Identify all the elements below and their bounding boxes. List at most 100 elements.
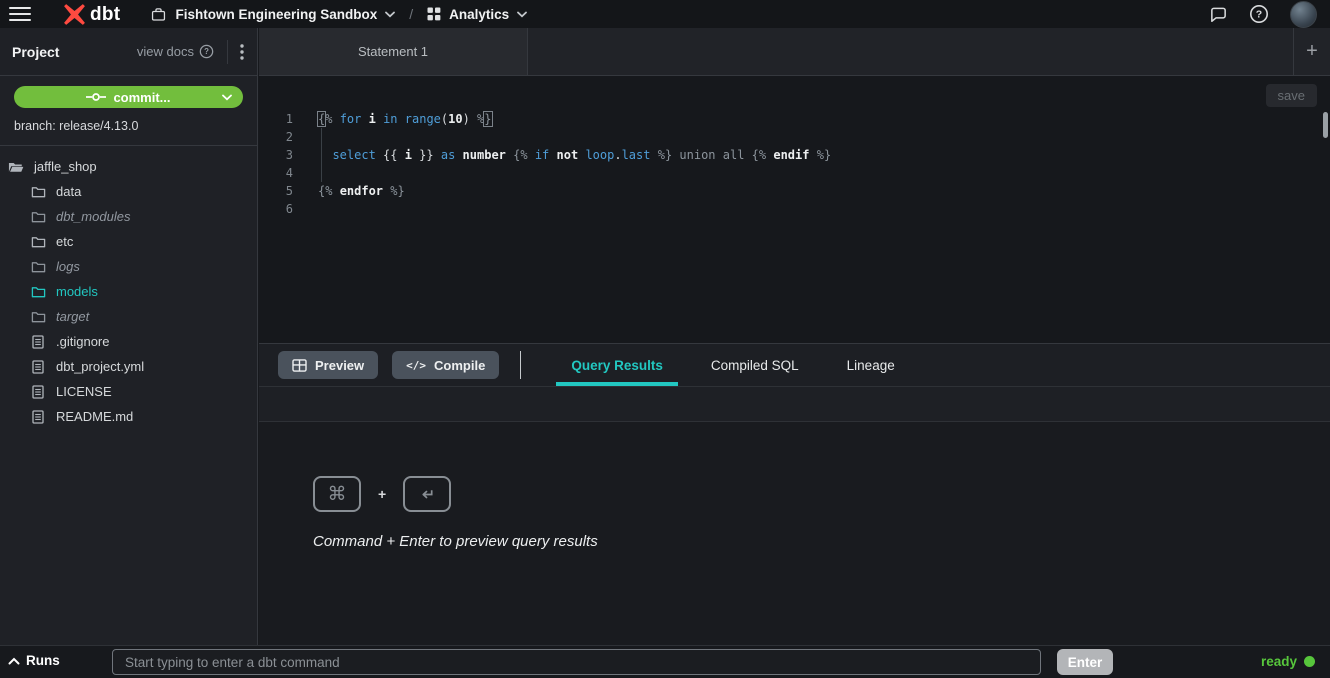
save-button[interactable]: save xyxy=(1266,84,1317,107)
code-line-4[interactable]: 4 xyxy=(259,164,1320,182)
preview-button[interactable]: Preview xyxy=(278,351,378,379)
help-circle-icon: ? xyxy=(199,44,214,59)
tree-item-logs[interactable]: logs xyxy=(0,254,257,279)
folder-icon xyxy=(30,210,46,224)
tree-item-label: dbt_project.yml xyxy=(56,359,144,374)
dbt-logo-text: dbt xyxy=(90,5,120,24)
folder-icon xyxy=(30,310,46,324)
commit-button[interactable]: commit... xyxy=(14,86,243,108)
compile-button-label: Compile xyxy=(434,358,485,373)
line-number: 4 xyxy=(259,164,293,182)
chevron-down-icon xyxy=(517,11,527,18)
status-dot xyxy=(1304,656,1315,667)
code-icon: </> xyxy=(406,359,426,372)
code-editor[interactable]: save 1 {% for i in range(10) %} 23 select … xyxy=(259,76,1330,343)
file-icon xyxy=(30,360,46,374)
project-selector[interactable]: Analytics xyxy=(427,7,527,22)
chevron-down-icon xyxy=(385,11,395,18)
compile-button[interactable]: </> Compile xyxy=(392,351,499,379)
tree-item-etc[interactable]: etc xyxy=(0,229,257,254)
status-indicator: ready xyxy=(1261,654,1315,669)
folder-icon xyxy=(8,160,24,174)
code-line-6[interactable]: 6 xyxy=(259,200,1320,218)
new-tab-button[interactable]: + xyxy=(1293,28,1330,75)
code-text: {% endfor %} xyxy=(318,182,405,200)
svg-text:?: ? xyxy=(1256,9,1262,21)
dbt-logo[interactable]: dbt xyxy=(62,2,120,27)
line-number: 6 xyxy=(259,200,293,218)
tree-item-label: LICENSE xyxy=(56,384,112,399)
code-line-3[interactable]: 3 select {{ i }} as number {% if not loo… xyxy=(259,146,1320,164)
line-number: 3 xyxy=(259,146,293,164)
tree-item-LICENSE[interactable]: LICENSE xyxy=(0,379,257,404)
editor-scrollbar[interactable] xyxy=(1323,112,1328,138)
results-panel: Preview </> Compile Query Results Compile… xyxy=(259,343,1330,645)
enter-key-icon xyxy=(403,476,451,512)
chevron-down-icon[interactable] xyxy=(222,94,232,101)
view-docs-link[interactable]: view docs ? xyxy=(137,44,214,59)
enter-button[interactable]: Enter xyxy=(1057,649,1113,675)
svg-text:?: ? xyxy=(204,47,209,56)
tree-item-target[interactable]: target xyxy=(0,304,257,329)
results-tab-lineage[interactable]: Lineage xyxy=(832,344,910,386)
tree-item-label: .gitignore xyxy=(56,334,109,349)
code-text: select {{ i }} as number {% if not loop.… xyxy=(318,146,831,164)
table-icon xyxy=(292,359,307,372)
tree-item-jaffle_shop[interactable]: jaffle_shop xyxy=(0,154,257,179)
dbt-logo-x-icon xyxy=(62,2,87,27)
tree-item-label: data xyxy=(56,184,81,199)
hamburger-menu-icon[interactable] xyxy=(9,3,31,25)
command-bar: Runs Enter ready xyxy=(0,645,1330,678)
results-header-strip xyxy=(259,386,1330,422)
tree-item-label: models xyxy=(56,284,98,299)
user-avatar[interactable] xyxy=(1290,1,1317,28)
tree-item-README.md[interactable]: README.md xyxy=(0,404,257,429)
results-tab-compiled-sql[interactable]: Compiled SQL xyxy=(696,344,814,386)
line-number: 1 xyxy=(259,110,293,128)
help-icon[interactable]: ? xyxy=(1249,4,1269,24)
briefcase-icon xyxy=(150,6,167,23)
account-name: Fishtown Engineering Sandbox xyxy=(175,7,377,22)
runs-toggle[interactable]: Runs xyxy=(8,653,60,668)
code-line-1[interactable]: 1 {% for i in range(10) %} xyxy=(259,110,1320,128)
tree-item-data[interactable]: data xyxy=(0,179,257,204)
tree-item-label: target xyxy=(56,309,89,324)
tree-item-dbt_project.yml[interactable]: dbt_project.yml xyxy=(0,354,257,379)
tree-item-models[interactable]: models xyxy=(0,279,257,304)
tree-item-label: jaffle_shop xyxy=(34,159,97,174)
tree-item-.gitignore[interactable]: .gitignore xyxy=(0,329,257,354)
tab-bar-spacer xyxy=(528,28,1293,75)
results-empty-state: ⌘ + Command + Enter to preview query res… xyxy=(313,476,598,550)
file-icon xyxy=(30,410,46,424)
folder-icon xyxy=(30,260,46,274)
results-tab-query-results[interactable]: Query Results xyxy=(556,344,678,386)
folder-icon xyxy=(30,185,46,199)
tab-statement-1[interactable]: Statement 1 xyxy=(259,28,528,75)
kebab-menu-icon[interactable] xyxy=(237,42,257,62)
runs-label: Runs xyxy=(26,653,60,668)
code-line-2[interactable]: 2 xyxy=(259,128,1320,146)
divider xyxy=(227,40,228,64)
file-tree: jaffle_shopdata dbt_modulesetc logs models t… xyxy=(0,146,257,429)
tree-item-label: logs xyxy=(56,259,80,274)
chat-icon[interactable] xyxy=(1209,5,1228,24)
account-selector[interactable]: Fishtown Engineering Sandbox xyxy=(150,6,395,23)
branch-label: branch: release/4.13.0 xyxy=(14,108,243,145)
project-name: Analytics xyxy=(449,7,509,22)
command-key-icon: ⌘ xyxy=(313,476,361,512)
tree-item-dbt_modules[interactable]: dbt_modules xyxy=(0,204,257,229)
code-line-5[interactable]: 5{% endfor %} xyxy=(259,182,1320,200)
sidebar-title: Project xyxy=(12,44,59,60)
results-content: ⌘ + Command + Enter to preview query res… xyxy=(259,422,1330,645)
sidebar: Project view docs ? commit... branch: re… xyxy=(0,28,258,645)
view-docs-label: view docs xyxy=(137,44,194,59)
file-icon xyxy=(30,335,46,349)
dbt-command-input[interactable] xyxy=(112,649,1041,675)
line-number: 2 xyxy=(259,128,293,146)
code-lines[interactable]: 1 {% for i in range(10) %} 23 select {{ i … xyxy=(259,110,1320,218)
divider xyxy=(520,351,521,379)
tree-item-label: etc xyxy=(56,234,73,249)
top-bar: dbt Fishtown Engineering Sandbox / Analy… xyxy=(0,0,1330,28)
breadcrumb-separator: / xyxy=(409,6,413,22)
code-text: {% for i in range(10) %} xyxy=(318,110,492,128)
